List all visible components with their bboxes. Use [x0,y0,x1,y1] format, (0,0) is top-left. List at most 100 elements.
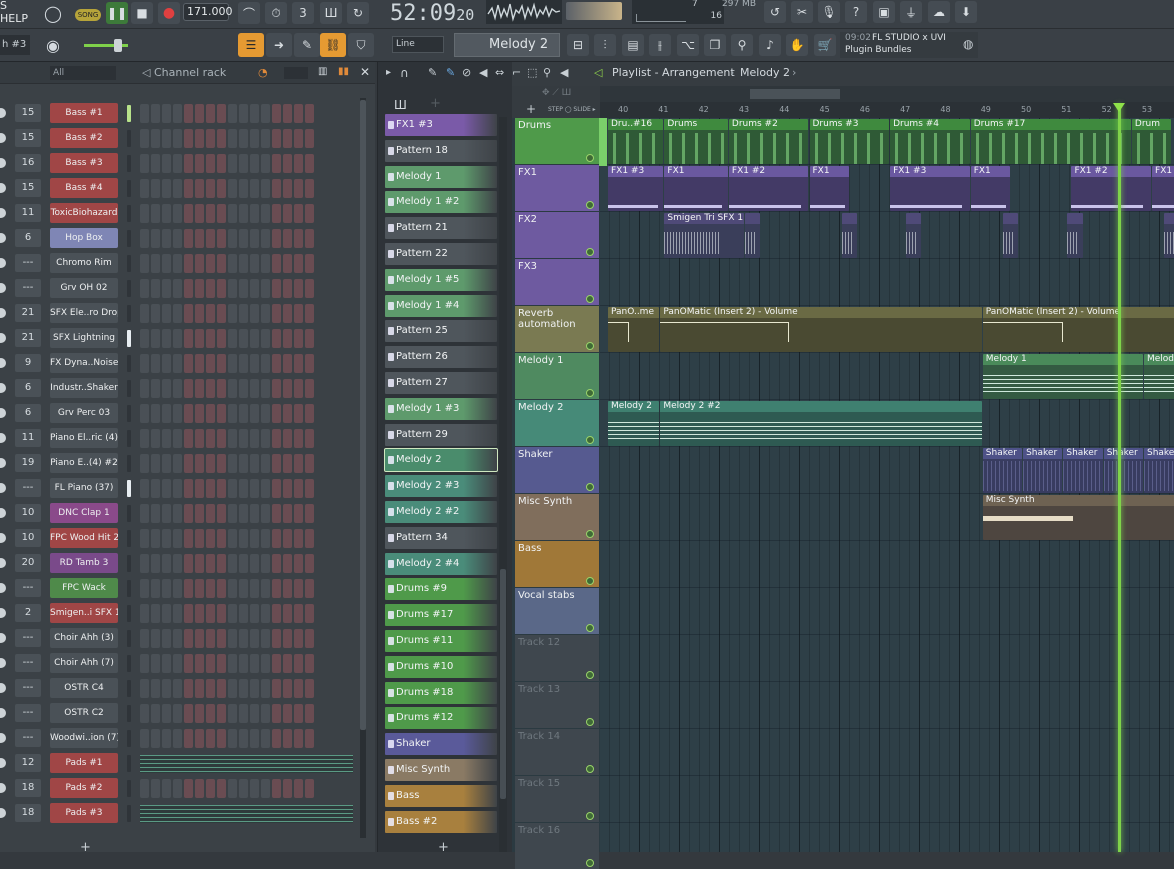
playlist-clip[interactable]: Misc Synth [982,495,1174,540]
slip-tool-icon[interactable]: ⇔ [495,66,504,79]
step-button[interactable] [217,554,226,573]
step-button[interactable] [305,354,314,373]
step-button[interactable] [140,329,149,348]
playlist-clip[interactable]: FX1 #2 [728,166,809,211]
step-button[interactable] [195,604,204,623]
channel-mute-led-icon[interactable] [0,133,6,143]
step-button[interactable] [206,304,215,323]
channel-mute-led-icon[interactable] [0,783,6,793]
mixer-track-number[interactable]: 18 [15,804,41,822]
step-button[interactable] [151,354,160,373]
step-button[interactable] [239,304,248,323]
slider-handle[interactable] [114,39,122,52]
channel-row[interactable]: 18 Pads #3 [0,801,360,826]
channel-name-button[interactable]: FL Piano (37) [50,478,118,498]
step-button[interactable] [217,229,226,248]
step-button[interactable] [184,454,193,473]
step-button[interactable] [261,704,270,723]
track-header[interactable]: FX3 [515,259,599,305]
playlist-clip[interactable]: PanOMatic (Insert 2) - Volume [982,307,1174,352]
channel-mute-led-icon[interactable] [0,633,6,643]
step-button[interactable] [261,354,270,373]
playlist-clip[interactable]: FX1 [970,166,1010,211]
step-button[interactable] [294,279,303,298]
timeline-ruler[interactable] [600,102,1174,118]
plugin-icon[interactable]: ⏚ [900,1,922,23]
step-button[interactable] [151,604,160,623]
step-button[interactable] [283,779,292,798]
step-button[interactable] [261,204,270,223]
step-button[interactable] [228,254,237,273]
step-button[interactable] [283,379,292,398]
channel-row[interactable]: 16 Bass #3 [0,151,360,176]
step-button[interactable] [151,729,160,748]
track-header[interactable]: Track 14 [515,729,599,775]
step-button[interactable] [195,129,204,148]
step-button[interactable] [261,329,270,348]
step-button[interactable] [217,404,226,423]
step-button[interactable] [151,304,160,323]
step-button[interactable] [228,429,237,448]
channel-name-button[interactable]: Hop Box [50,228,118,248]
channel-selector[interactable]: h #3 [0,35,30,55]
step-button[interactable] [162,679,171,698]
song-mode-toggle[interactable]: SONG [75,9,101,21]
step-button[interactable] [140,154,149,173]
step-button[interactable] [162,779,171,798]
track-header[interactable]: Misc Synth [515,494,599,540]
step-button[interactable] [250,104,259,123]
step-button[interactable] [151,279,160,298]
playlist-clip[interactable]: Shaker [1103,448,1143,493]
step-button[interactable] [272,254,281,273]
channel-mute-led-icon[interactable] [0,558,6,568]
step-button[interactable] [217,679,226,698]
step-button[interactable] [217,654,226,673]
step-button[interactable] [151,529,160,548]
step-button[interactable] [151,629,160,648]
step-button[interactable] [283,454,292,473]
step-button[interactable] [228,379,237,398]
step-button[interactable] [162,404,171,423]
step-button[interactable] [283,329,292,348]
mixer-track-number[interactable]: 2 [15,604,41,622]
step-button[interactable] [294,729,303,748]
select-tool-icon[interactable]: ⬚ [527,66,537,79]
step-button[interactable] [250,579,259,598]
channel-row[interactable]: 6 Grv Perc 03 [0,401,360,426]
step-button[interactable] [217,704,226,723]
step-button[interactable] [272,304,281,323]
step-button[interactable] [173,304,182,323]
step-button[interactable] [250,229,259,248]
step-button[interactable] [261,254,270,273]
channel-select-led[interactable] [127,655,131,672]
step-button[interactable] [305,529,314,548]
step-button[interactable] [195,154,204,173]
step-button[interactable] [184,279,193,298]
pattern-item[interactable]: Pattern 25 [385,320,497,343]
step-button[interactable] [283,304,292,323]
step-button[interactable] [294,604,303,623]
step-button[interactable] [195,704,204,723]
step-button[interactable] [228,104,237,123]
mixer-track-number[interactable]: --- [15,579,41,597]
channel-mute-led-icon[interactable] [0,733,6,743]
step-button[interactable] [151,479,160,498]
step-button[interactable] [140,704,149,723]
channel-mute-led-icon[interactable] [0,758,6,768]
step-button[interactable] [184,254,193,273]
step-button[interactable] [195,654,204,673]
step-button[interactable] [228,129,237,148]
step-button[interactable] [272,379,281,398]
channel-name-button[interactable]: Grv Perc 03 [50,403,118,423]
channel-select-led[interactable] [127,455,131,472]
channel-mute-led-icon[interactable] [0,208,6,218]
step-button[interactable] [272,729,281,748]
step-button[interactable] [294,654,303,673]
playlist-menu-arrow-icon[interactable]: ▸ [386,67,391,78]
step-button[interactable] [162,104,171,123]
step-button[interactable] [228,279,237,298]
step-button[interactable] [283,479,292,498]
track-mute-led[interactable] [586,201,594,209]
step-button[interactable] [206,479,215,498]
channel-select-led[interactable] [127,130,131,147]
